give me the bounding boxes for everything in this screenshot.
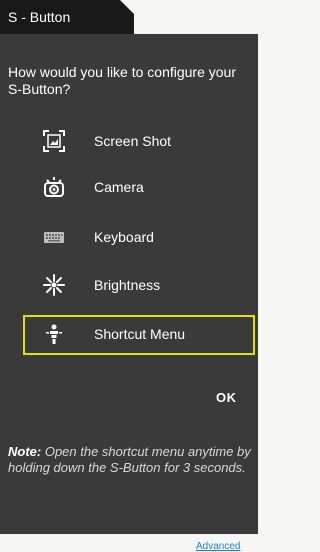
config-prompt: How would you like to configure your S-B… — [8, 64, 237, 97]
screenshot-icon — [43, 130, 65, 152]
tab-bar: S - Button — [0, 0, 258, 34]
option-camera[interactable]: Camera — [23, 168, 255, 206]
tab-title: S - Button — [8, 9, 71, 25]
option-screen-shot[interactable]: Screen Shot — [23, 122, 255, 160]
advanced-link[interactable]: Advanced — [196, 541, 240, 552]
option-label: Camera — [94, 179, 144, 195]
camera-icon — [43, 176, 65, 198]
s-button-config-panel: How would you like to configure your S-B… — [0, 34, 258, 552]
note-label: Note: — [8, 444, 42, 459]
note-body: Open the shortcut menu anytime by holdin… — [8, 444, 251, 475]
tab-s-button[interactable]: S - Button — [0, 0, 134, 34]
option-label: Brightness — [94, 277, 161, 293]
option-brightness[interactable]: Brightness — [23, 266, 255, 304]
note-text: Note: Open the shortcut menu anytime by … — [8, 444, 258, 476]
shortcut-menu-icon — [43, 323, 65, 345]
keyboard-icon — [43, 226, 65, 248]
option-label: Keyboard — [94, 229, 154, 245]
option-keyboard[interactable]: Keyboard — [23, 218, 255, 256]
option-label: Shortcut Menu — [94, 326, 186, 342]
option-label: Screen Shot — [94, 133, 172, 149]
ok-button[interactable]: OK — [216, 390, 237, 405]
option-shortcut-menu[interactable]: Shortcut Menu — [23, 315, 255, 355]
brightness-icon — [43, 274, 65, 296]
